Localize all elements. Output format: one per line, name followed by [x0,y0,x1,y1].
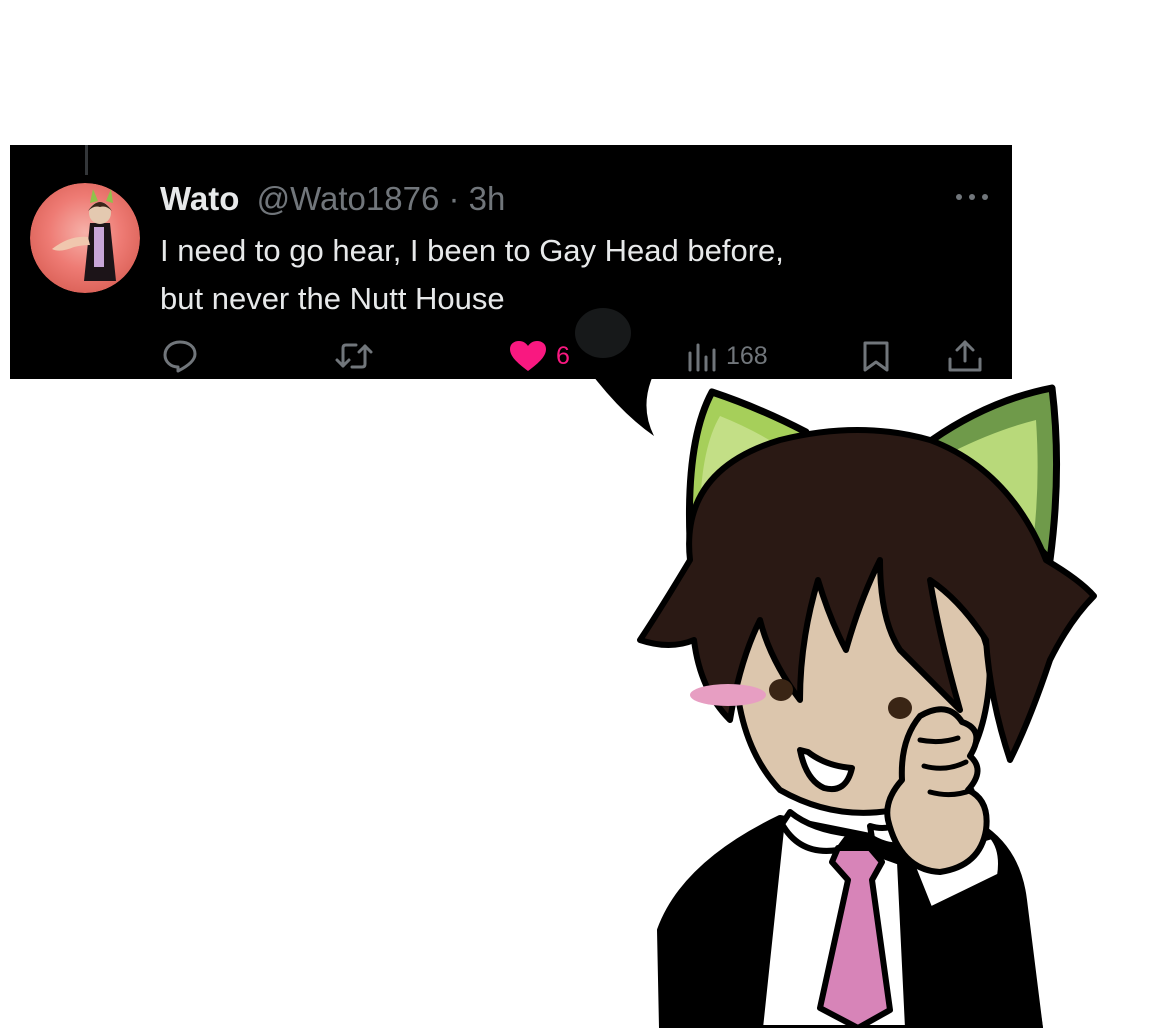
character-illustration [590,372,1097,1028]
eye-left [769,679,793,701]
blush [690,684,766,706]
speech-bubble-tail [590,372,654,436]
eye-right [888,697,912,719]
